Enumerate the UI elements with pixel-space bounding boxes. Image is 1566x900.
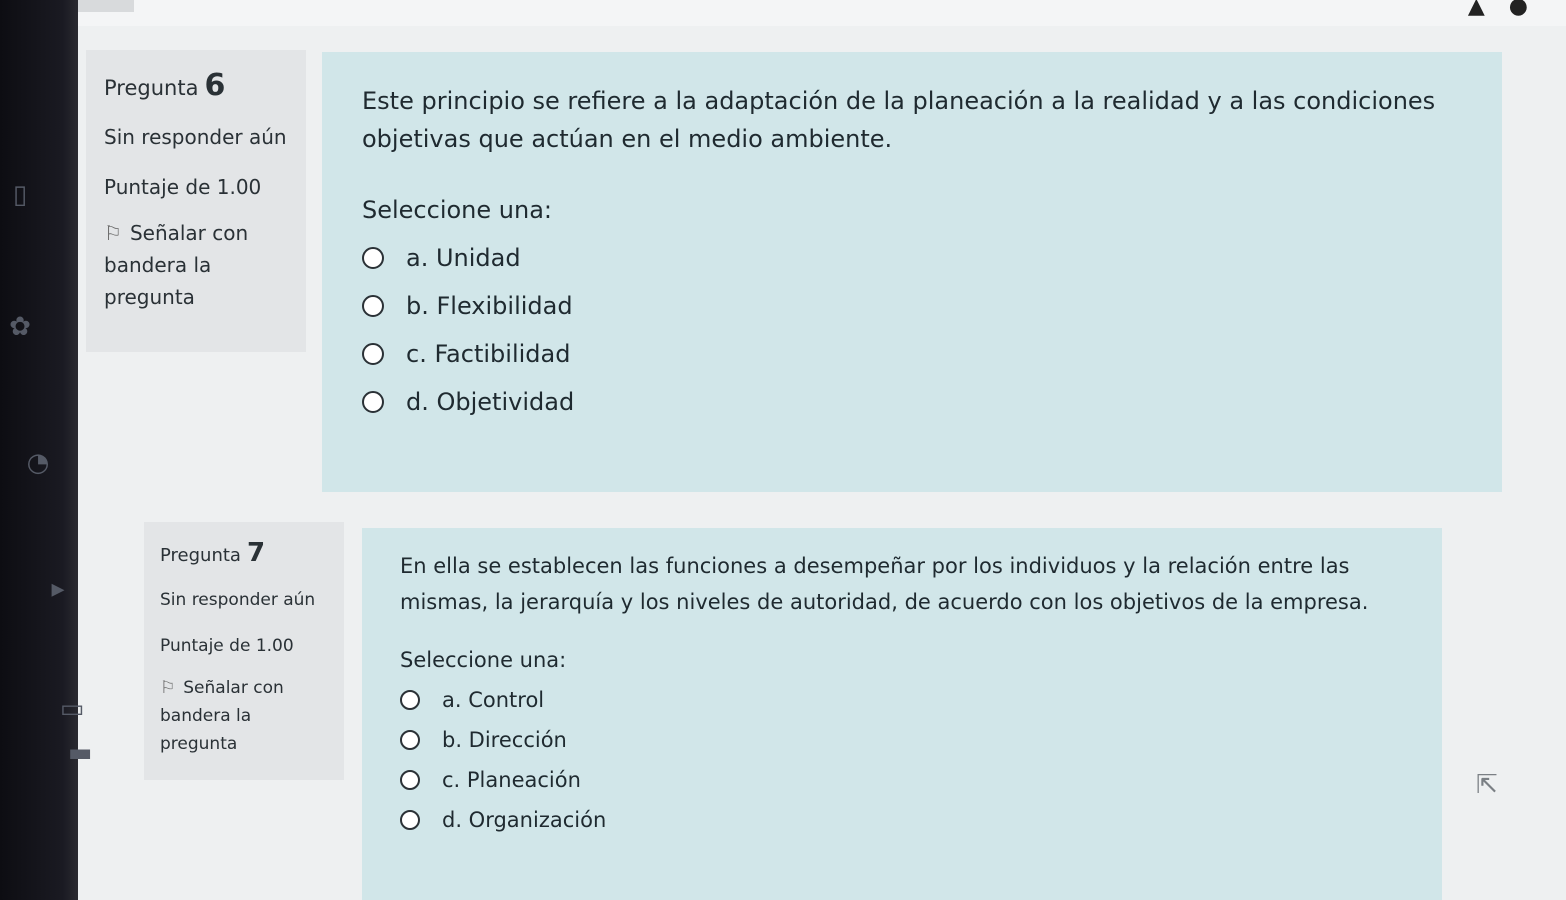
select-prompt: Seleccione una: bbox=[362, 196, 552, 224]
top-strip bbox=[78, 0, 1566, 26]
chat-icon[interactable]: ● bbox=[1509, 0, 1552, 19]
radio-button[interactable] bbox=[400, 770, 420, 790]
question-score: Puntaje de 1.00 bbox=[104, 175, 262, 199]
option-label[interactable]: a. Unidad bbox=[406, 244, 521, 272]
option-label[interactable]: b. Flexibilidad bbox=[406, 292, 573, 320]
flag-question-link[interactable]: ⚐ Señalar con bandera la pregunta bbox=[104, 217, 288, 313]
answer-option[interactable]: d. Objetividad bbox=[362, 388, 1462, 416]
question-text: En ella se establecen las funciones a de… bbox=[400, 554, 1369, 614]
flag-label: Señalar con bandera la pregunta bbox=[160, 678, 284, 754]
question-info-6: Pregunta 6 Sin responder aún Puntaje de 1… bbox=[86, 50, 306, 352]
answer-option[interactable]: b. Dirección bbox=[400, 728, 1404, 752]
radio-button[interactable] bbox=[400, 690, 420, 710]
answer-option[interactable]: b. Flexibilidad bbox=[362, 292, 1462, 320]
answer-option[interactable]: c. Factibilidad bbox=[362, 340, 1462, 368]
radio-button[interactable] bbox=[362, 295, 384, 317]
bell-icon[interactable]: ▲ bbox=[1468, 0, 1509, 19]
question-text: Este principio se refiere a la adaptació… bbox=[362, 87, 1436, 153]
option-label[interactable]: c. Factibilidad bbox=[406, 340, 570, 368]
radio-button[interactable] bbox=[400, 730, 420, 750]
radio-button[interactable] bbox=[362, 391, 384, 413]
option-label[interactable]: d. Objetividad bbox=[406, 388, 574, 416]
radio-button[interactable] bbox=[400, 810, 420, 830]
question-number: 7 bbox=[246, 538, 266, 568]
answer-option[interactable]: a. Control bbox=[400, 688, 1404, 712]
top-icons: ▲● bbox=[1468, 0, 1552, 19]
play-icon[interactable]: ▸ bbox=[38, 574, 78, 604]
left-sidebar: ▯ ✿ ◔ ▸ ▭ ▬ bbox=[0, 0, 92, 900]
select-prompt: Seleccione una: bbox=[400, 648, 567, 672]
flag-label: Señalar con bandera la pregunta bbox=[104, 221, 249, 309]
photo-icon[interactable]: ▭ bbox=[52, 694, 92, 724]
mouse-cursor-icon: ⇱ bbox=[1476, 770, 1498, 800]
question-label: Pregunta bbox=[160, 545, 241, 566]
flag-icon: ⚐ bbox=[104, 221, 122, 245]
question-status: Sin responder aún bbox=[104, 125, 287, 149]
top-tab[interactable] bbox=[78, 0, 134, 12]
question-content-6: Este principio se refiere a la adaptació… bbox=[322, 52, 1502, 492]
question-number: 6 bbox=[204, 68, 226, 103]
question-content-7: En ella se establecen las funciones a de… bbox=[362, 528, 1442, 900]
answer-option[interactable]: d. Organización bbox=[400, 808, 1404, 832]
question-score: Puntaje de 1.00 bbox=[160, 636, 294, 656]
option-label[interactable]: b. Dirección bbox=[442, 728, 567, 752]
flag-question-link[interactable]: ⚐ Señalar con bandera la pregunta bbox=[160, 674, 328, 758]
radio-button[interactable] bbox=[362, 343, 384, 365]
clock-icon[interactable]: ◔ bbox=[18, 448, 58, 478]
option-label[interactable]: c. Planeación bbox=[442, 768, 581, 792]
question-status: Sin responder aún bbox=[160, 590, 316, 610]
card-icon[interactable]: ▬ bbox=[60, 738, 100, 768]
option-label[interactable]: d. Organización bbox=[442, 808, 606, 832]
book-icon[interactable]: ▯ bbox=[0, 180, 40, 210]
option-label[interactable]: a. Control bbox=[442, 688, 544, 712]
flower-icon[interactable]: ✿ bbox=[0, 312, 40, 342]
radio-button[interactable] bbox=[362, 247, 384, 269]
answer-option[interactable]: a. Unidad bbox=[362, 244, 1462, 272]
flag-icon: ⚐ bbox=[160, 678, 176, 698]
question-label: Pregunta bbox=[104, 76, 199, 100]
question-info-7: Pregunta 7 Sin responder aún Puntaje de 1… bbox=[144, 522, 344, 780]
answer-option[interactable]: c. Planeación bbox=[400, 768, 1404, 792]
